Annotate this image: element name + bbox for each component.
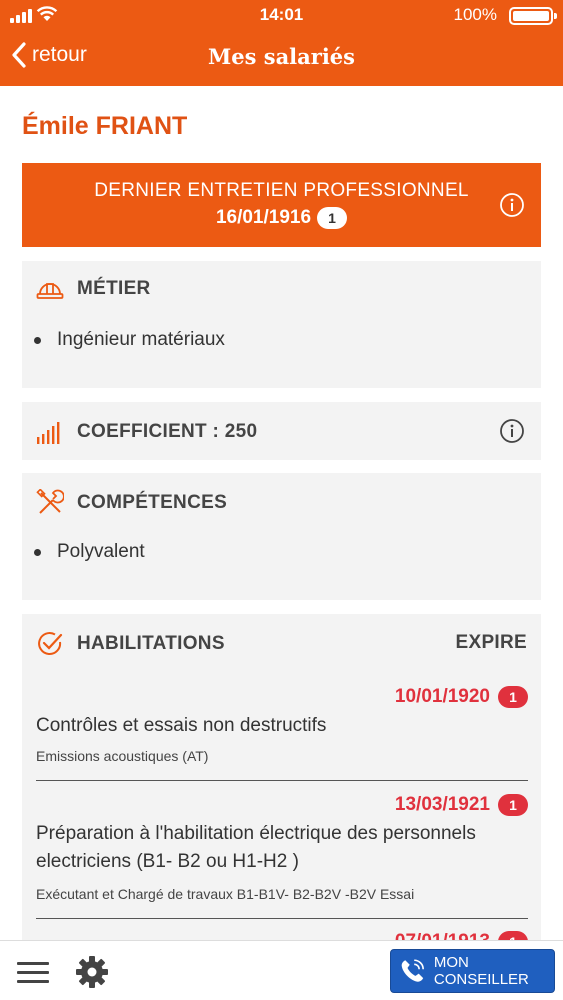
gear-icon[interactable] <box>75 955 109 994</box>
dernier-entretien-banner: DERNIER ENTRETIEN PROFESSIONNEL 16/01/19… <box>22 163 541 247</box>
habilitation-subtitle: Exécutant et Chargé de travaux B1-B1V- B… <box>36 886 415 902</box>
habilitation-expiry-date: 10/01/1920 <box>394 686 490 707</box>
habilitation-item[interactable]: 10/01/1920 1 Contrôles et essais non des… <box>36 686 528 781</box>
check-circle-icon <box>38 632 63 655</box>
habilitation-name: Contrôles et essais non destructifs <box>36 715 327 736</box>
tools-icon <box>36 489 64 514</box>
page-title: Mes salariés <box>208 44 355 69</box>
employee-name: Émile FRIANT <box>22 112 188 140</box>
habilitation-name-line-1: Préparation à l'habilitation électrique … <box>36 823 476 844</box>
habilitation-expiry-date: 13/03/1921 <box>394 794 490 815</box>
expire-column-label: EXPIRE <box>455 632 527 653</box>
habilitation-badge: 1 <box>498 931 528 940</box>
competence-item: Polyvalent <box>34 541 145 563</box>
habilitation-item[interactable]: 13/03/1921 1 Préparation à l'habilitatio… <box>36 794 528 919</box>
habilitation-badge: 1 <box>498 794 528 816</box>
habilitations-card: HABILITATIONS EXPIRE 10/01/1920 1 Contrô… <box>22 614 541 940</box>
hard-hat-icon <box>36 283 64 299</box>
signal-bars-icon <box>37 422 60 444</box>
entretien-badge: 1 <box>317 207 348 229</box>
habilitation-badge: 1 <box>498 686 528 708</box>
battery-percentage: 100% <box>453 5 497 24</box>
competences-card: COMPÉTENCES Polyvalent <box>22 473 541 600</box>
entretien-info-button[interactable] <box>499 192 525 223</box>
bottom-toolbar: MON CONSEILLER <box>0 940 563 1000</box>
metier-item: Ingénieur matériaux <box>34 329 225 351</box>
status-bar: 14:01 100% <box>0 0 563 30</box>
mon-conseiller-button[interactable]: MON CONSEILLER <box>390 949 555 993</box>
habilitation-name-line-2: electriciens (B1- B2 ou H1-H2 ) <box>36 851 299 872</box>
coefficient-card: COEFFICIENT : 250 <box>22 402 541 460</box>
coefficient-info-button[interactable] <box>499 418 525 449</box>
navigation-bar: retour Mes salariés <box>0 30 563 86</box>
main-content[interactable]: Émile FRIANT DERNIER ENTRETIEN PROFESSIO… <box>0 86 563 940</box>
battery-icon <box>509 7 557 25</box>
entretien-label: DERNIER ENTRETIEN PROFESSIONNEL <box>94 180 469 201</box>
conseiller-label: MON CONSEILLER <box>433 954 529 988</box>
metier-title: MÉTIER <box>77 278 151 299</box>
coefficient-title: COEFFICIENT : 250 <box>77 421 258 442</box>
entretien-date: 16/01/1916 <box>215 207 312 228</box>
info-icon <box>500 193 524 217</box>
metier-card: MÉTIER Ingénieur matériaux <box>22 261 541 388</box>
habilitations-title: HABILITATIONS <box>77 633 225 654</box>
info-icon <box>500 419 524 443</box>
habilitation-item[interactable]: 07/01/1913 1 <box>36 931 528 940</box>
phone-icon <box>401 959 424 982</box>
competences-title: COMPÉTENCES <box>77 492 228 513</box>
habilitation-subtitle: Emissions acoustiques (AT) <box>36 748 209 764</box>
hamburger-menu-icon[interactable] <box>17 962 49 989</box>
habilitation-expiry-date: 07/01/1913 <box>395 931 490 940</box>
